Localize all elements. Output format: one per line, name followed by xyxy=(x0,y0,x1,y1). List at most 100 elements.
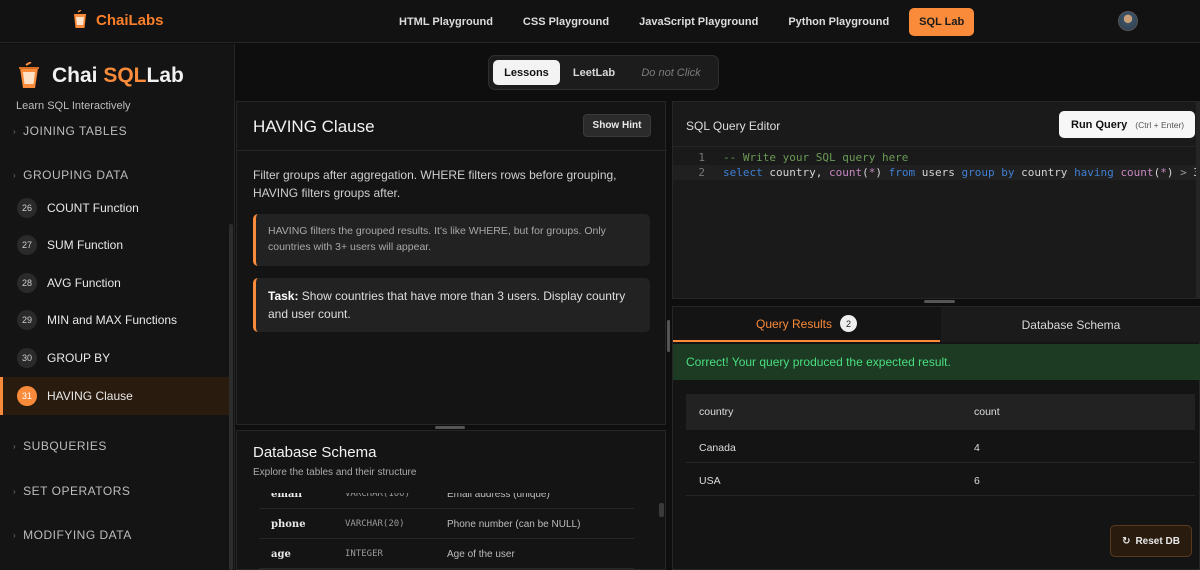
tab-query-results[interactable]: Query Results 2 xyxy=(673,307,940,342)
column-name: age xyxy=(271,549,291,560)
lesson-number: 29 xyxy=(17,310,37,330)
code-line: 2 select country, count(*) from users gr… xyxy=(673,165,1200,180)
sidebar-section-grouping-data[interactable]: › GROUPING DATA xyxy=(13,168,129,182)
chai-cup-icon xyxy=(19,62,39,88)
lesson-number: 31 xyxy=(17,386,37,406)
divider xyxy=(237,150,667,151)
sidebar-item-avg-function[interactable]: 28 AVG Function xyxy=(0,264,229,302)
code-token: count xyxy=(1120,166,1154,179)
code-token: country, xyxy=(762,166,829,179)
resize-handle-horizontal[interactable] xyxy=(924,300,955,303)
editor-scrollbar[interactable] xyxy=(1196,101,1200,299)
lesson-number: 26 xyxy=(17,198,37,218)
table-cell: 6 xyxy=(974,475,980,487)
nav-css-playground[interactable]: CSS Playground xyxy=(513,8,619,36)
resize-handle-horizontal[interactable] xyxy=(435,426,465,429)
sidebar-section-set-operators[interactable]: › SET OPERATORS xyxy=(13,484,130,498)
task-label: Task: xyxy=(268,289,299,303)
tab-label: Query Results xyxy=(755,316,833,331)
results-table: country count Canada 4 USA 6 xyxy=(686,394,1195,496)
schema-panel: Database Schema Explore the tables and t… xyxy=(236,430,666,570)
title-part: ab xyxy=(159,64,184,87)
results-count-badge: 2 xyxy=(840,315,858,332)
sidebar-item-sum-function[interactable]: 27 SUM Function xyxy=(0,226,229,264)
table-cell: Canada xyxy=(699,442,736,454)
code-token: users xyxy=(915,166,962,179)
sidebar-logo: Chai SQLLab xyxy=(16,62,184,90)
table-cell: USA xyxy=(699,475,721,487)
code-editor[interactable]: 1 -- Write your SQL query here 2 select … xyxy=(673,150,1200,180)
schema-row: phone VARCHAR(20) Phone number (can be N… xyxy=(259,509,634,539)
column-type: VARCHAR(20) xyxy=(345,519,405,529)
lesson-label: COUNT Function xyxy=(47,201,139,215)
line-number: 1 xyxy=(698,151,705,164)
section-label: JOINING TABLES xyxy=(23,124,128,138)
section-label: GROUPING DATA xyxy=(23,168,129,182)
sidebar-item-group-by[interactable]: 30 GROUP BY xyxy=(0,339,229,377)
code-token: ( xyxy=(862,166,869,179)
lesson-description: Filter groups after aggregation. WHERE f… xyxy=(253,168,617,200)
nav-javascript-playground[interactable]: JavaScript Playground xyxy=(629,8,768,36)
sidebar-section-subqueries[interactable]: › SUBQUERIES xyxy=(13,439,107,453)
lesson-panel: HAVING Clause Show Hint Filter groups af… xyxy=(236,101,667,425)
nav-python-playground[interactable]: Python Playground xyxy=(778,8,899,36)
schema-row: age INTEGER Age of the user xyxy=(259,539,634,569)
lesson-label: MIN and MAX Functions xyxy=(47,313,178,327)
table-row: USA 6 xyxy=(686,463,1195,496)
nav-links: HTML Playground CSS Playground JavaScrip… xyxy=(389,8,975,36)
run-query-button[interactable]: Run Query (Ctrl + Enter) xyxy=(1059,111,1195,138)
sidebar-item-min-max-functions[interactable]: 29 MIN and MAX Functions xyxy=(0,301,229,339)
code-token: * xyxy=(1160,166,1167,179)
section-label: SET OPERATORS xyxy=(23,484,131,498)
section-label: SUBQUERIES xyxy=(23,439,107,453)
code-token: ) xyxy=(1166,166,1181,179)
lesson-task: Task: Show countries that have more than… xyxy=(253,278,650,332)
sidebar-subtitle: Learn SQL Interactively xyxy=(16,100,131,112)
chevron-icon: › xyxy=(13,486,17,496)
brand-name: ChaiLabs xyxy=(96,11,164,29)
show-hint-button[interactable]: Show Hint xyxy=(583,114,651,137)
sidebar-section-joining-tables[interactable]: › JOINING TABLES xyxy=(13,124,127,138)
title-part: Chai xyxy=(52,64,104,87)
sidebar-scrollbar[interactable] xyxy=(229,224,233,570)
sidebar-item-having-clause[interactable]: 31 HAVING Clause xyxy=(0,377,229,415)
brand-logo[interactable]: ChaiLabs xyxy=(72,10,164,30)
user-avatar[interactable] xyxy=(1118,11,1138,31)
lesson-number: 28 xyxy=(17,273,37,293)
column-name: phone xyxy=(271,519,306,530)
success-message: Correct! Your query produced the expecte… xyxy=(673,344,1200,380)
chevron-icon: › xyxy=(13,126,17,136)
tab-do-not-click[interactable]: Do not Click xyxy=(629,60,713,85)
chevron-icon: › xyxy=(13,170,17,180)
mode-switch: Lessons LeetLab Do not Click xyxy=(488,55,719,90)
reset-db-button[interactable]: ↻ Reset DB xyxy=(1110,525,1192,557)
chevron-icon: › xyxy=(13,530,17,540)
editor-title: SQL Query Editor xyxy=(686,119,781,133)
top-navbar: ChaiLabs HTML Playground CSS Playground … xyxy=(0,0,1200,43)
lesson-number: 27 xyxy=(17,235,37,255)
nav-sql-lab[interactable]: SQL Lab xyxy=(909,8,975,36)
code-token: having xyxy=(1074,166,1114,179)
sidebar-section-modifying-data[interactable]: › MODIFYING DATA xyxy=(13,528,132,542)
run-shortcut: (Ctrl + Enter) xyxy=(1135,119,1185,130)
divider xyxy=(673,146,1200,147)
schema-header xyxy=(237,431,665,493)
lesson-label: AVG Function xyxy=(47,276,121,290)
code-token: from xyxy=(888,166,916,179)
sidebar-item-count-function[interactable]: 26 COUNT Function xyxy=(0,189,229,227)
nav-html-playground[interactable]: HTML Playground xyxy=(389,8,503,36)
code-query: select country, count(*) from users grou… xyxy=(723,165,1200,180)
resize-handle-vertical[interactable] xyxy=(667,320,670,352)
lesson-label: HAVING Clause xyxy=(47,389,133,403)
sidebar-header: Chai SQLLab Learn SQL Interactively xyxy=(0,44,234,120)
lesson-label: SUM Function xyxy=(47,238,124,252)
schema-subtitle: Explore the tables and their structure xyxy=(253,467,417,478)
title-accent: SQL xyxy=(103,64,147,87)
tab-database-schema[interactable]: Database Schema xyxy=(941,307,1200,342)
reset-icon: ↻ xyxy=(1122,535,1131,547)
sidebar: › JOINING TABLES Chai SQLLab Learn SQL I… xyxy=(0,44,235,570)
tab-leetlab[interactable]: LeetLab xyxy=(565,60,623,85)
tab-lessons[interactable]: Lessons xyxy=(493,60,560,85)
schema-scrollbar[interactable] xyxy=(659,503,664,517)
reset-label: Reset DB xyxy=(1135,535,1180,547)
